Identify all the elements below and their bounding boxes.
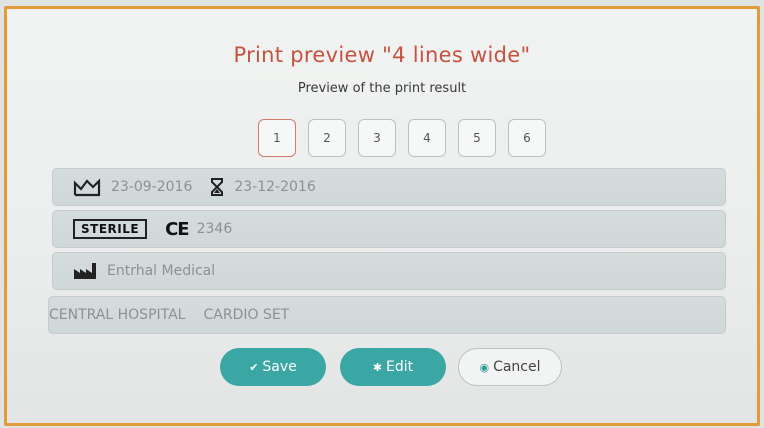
manufacture-date-icon (73, 177, 101, 197)
page-button-2[interactable]: 2 (308, 119, 346, 157)
print-line-2: STERILE CE 2346 (52, 210, 726, 248)
sterile-badge: STERILE (73, 219, 148, 239)
manufacturer-name: Entrhal Medical (107, 263, 216, 279)
gear-icon: ✱ (372, 360, 383, 374)
page-button-6[interactable]: 6 (508, 119, 546, 157)
cancel-label: Cancel (493, 359, 541, 375)
ce-number: 2346 (196, 221, 233, 237)
line4-field-2: CARDIO SET (203, 307, 290, 323)
cancel-circle-icon: ◉ (479, 360, 490, 374)
manufacture-date: 23-09-2016 (111, 179, 193, 195)
expiry-date: 23-12-2016 (234, 179, 316, 195)
edit-label: Edit (386, 359, 414, 375)
edit-button[interactable]: ✱ Edit (340, 348, 446, 386)
page-selector: 1 2 3 4 5 6 (7, 119, 757, 157)
page-button-3[interactable]: 3 (358, 119, 396, 157)
save-button[interactable]: ✔ Save (220, 348, 326, 386)
dialog-title: Print preview "4 lines wide" (233, 43, 531, 67)
hourglass-icon (210, 178, 224, 196)
factory-icon (73, 262, 97, 280)
print-line-3: Entrhal Medical (52, 252, 726, 290)
page-button-1[interactable]: 1 (258, 119, 296, 157)
cancel-button[interactable]: ◉ Cancel (458, 348, 562, 386)
ce-mark-icon: CE (165, 218, 189, 240)
save-label: Save (262, 359, 297, 375)
print-line-4: CENTRAL HOSPITAL CARDIO SET (48, 296, 726, 334)
page-button-5[interactable]: 5 (458, 119, 496, 157)
page-button-4[interactable]: 4 (408, 119, 446, 157)
print-line-1: 23-09-2016 23-12-2016 (52, 168, 726, 206)
line4-field-1: CENTRAL HOSPITAL (49, 307, 186, 323)
check-circle-icon: ✔ (249, 360, 259, 374)
dialog-subtitle: Preview of the print result (297, 81, 467, 96)
